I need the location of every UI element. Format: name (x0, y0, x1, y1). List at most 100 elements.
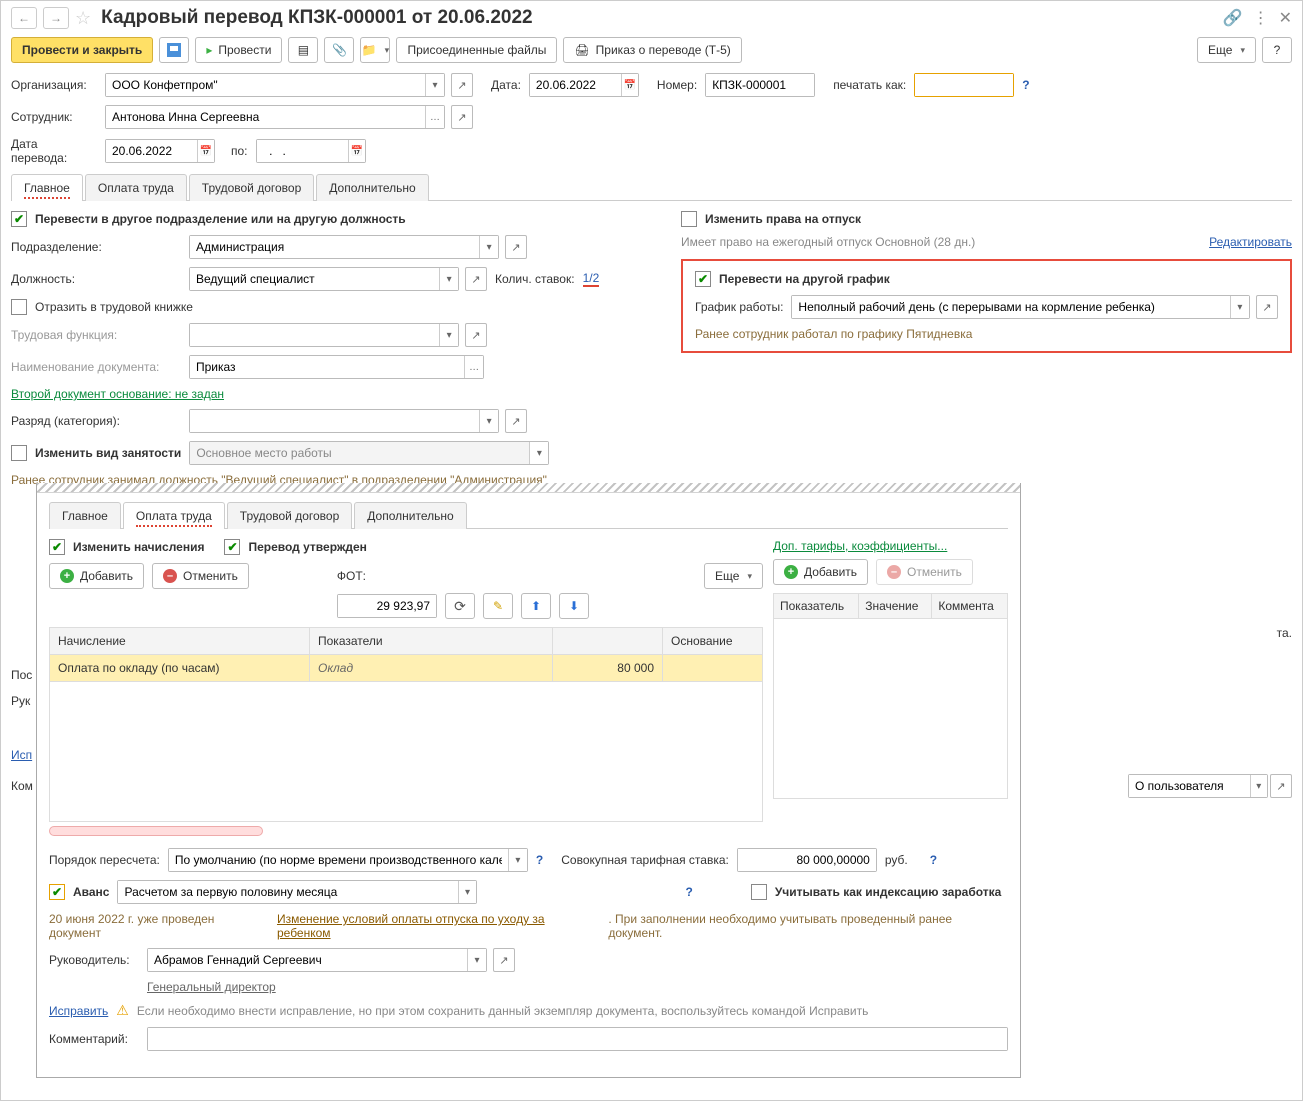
to-field[interactable]: 📅 (256, 139, 366, 163)
down-button[interactable]: ⬇ (559, 593, 589, 619)
hint-icon[interactable]: ? (536, 853, 543, 867)
dep-field[interactable]: ▾ (189, 235, 499, 259)
tdate-field[interactable]: 📅 (105, 139, 215, 163)
tdate-label: Дата перевода: (11, 137, 97, 165)
print-label: печатать как: (833, 78, 906, 92)
tab-main[interactable]: Главное (11, 174, 83, 201)
calendar-icon[interactable]: 📅 (621, 74, 638, 96)
comment-field[interactable] (147, 1027, 1008, 1051)
ellipsis-icon[interactable]: … (425, 106, 444, 128)
docname-label: Наименование документа: (11, 360, 181, 374)
ov-tab-pay[interactable]: Оплата труда (123, 502, 225, 529)
chevron-down-icon[interactable]: ▾ (425, 74, 444, 96)
bg-com: Ком (11, 779, 33, 793)
nav-fwd[interactable]: → (43, 7, 69, 29)
fot-field[interactable] (337, 594, 437, 618)
pos-field[interactable]: ▾ (189, 267, 459, 291)
rate-label: Колич. ставок: (495, 272, 575, 286)
open-icon[interactable]: ↗ (451, 105, 473, 129)
hint-icon[interactable]: ? (685, 885, 692, 899)
tab-contract[interactable]: Трудовой договор (189, 174, 314, 201)
ov-tab-contract[interactable]: Трудовой договор (227, 502, 352, 529)
chk-sched[interactable]: ✔ (695, 271, 711, 287)
add-button[interactable]: +Добавить (49, 563, 144, 589)
scrollbar[interactable] (49, 826, 263, 836)
open-icon[interactable]: ↗ (451, 73, 473, 97)
print-order-button[interactable]: 🖨Приказ о переводе (Т-5) (563, 37, 741, 63)
chk-emptype[interactable] (11, 445, 27, 461)
hint-icon[interactable]: ? (930, 853, 937, 867)
func-label: Трудовая функция: (11, 328, 181, 342)
calendar-icon[interactable]: 📅 (197, 140, 214, 162)
num-field[interactable] (705, 73, 815, 97)
doc-link[interactable]: Изменение условий оплаты отпуска по уход… (277, 912, 600, 940)
edit-button[interactable]: ✎ (483, 593, 513, 619)
post-close-button[interactable]: Провести и закрыть (11, 37, 153, 63)
save-button[interactable] (159, 37, 189, 63)
ov-tab-extra[interactable]: Дополнительно (354, 502, 466, 529)
emptype-label: Изменить вид занятости (35, 446, 181, 460)
up-button[interactable]: ⬆ (521, 593, 551, 619)
star-icon[interactable]: ☆ (75, 8, 91, 29)
link-icon[interactable]: 🔗 (1223, 8, 1243, 28)
refresh-button[interactable]: ⟳ (445, 593, 475, 619)
accrual-table[interactable]: НачислениеПоказателиОснование Оплата по … (49, 627, 763, 822)
print-field[interactable] (914, 73, 1014, 97)
vac-edit-link[interactable]: Редактировать (1209, 235, 1292, 249)
base2-link[interactable]: Второй документ основание: не задан (11, 387, 224, 401)
bg-resp-field[interactable]: ▾ (1128, 774, 1268, 798)
doc-button[interactable]: ▤ (288, 37, 318, 63)
fix-link[interactable]: Исправить (49, 1004, 108, 1018)
help-button[interactable]: ? (1262, 37, 1292, 63)
more-button[interactable]: Еще▾ (1197, 37, 1256, 63)
ov-tab-main[interactable]: Главное (49, 502, 121, 529)
chk-advance[interactable]: ✔ (49, 884, 65, 900)
pencil-icon: ✎ (493, 599, 503, 613)
arrow-down-icon: ⬇ (569, 599, 579, 613)
emp-field[interactable]: … (105, 105, 445, 129)
chk-transfer[interactable]: ✔ (11, 211, 27, 227)
folder-button[interactable]: 📁▾ (360, 37, 390, 63)
clip-button[interactable]: 📎 (324, 37, 354, 63)
tab-pay[interactable]: Оплата труда (85, 174, 187, 201)
emp-label: Сотрудник: (11, 110, 97, 124)
mgr-pos-link[interactable]: Генеральный директор (147, 980, 276, 994)
table-row[interactable]: Оплата по окладу (по часам)Оклад80 000 (50, 655, 763, 682)
cancel-button[interactable]: –Отменить (152, 563, 249, 589)
chk-vac[interactable] (681, 211, 697, 227)
minus-icon: – (163, 569, 177, 583)
chk-workbook[interactable] (11, 299, 27, 315)
extra-table[interactable]: ПоказательЗначениеКоммента (773, 593, 1008, 799)
extra-add-button[interactable]: +Добавить (773, 559, 868, 585)
kebab-icon[interactable]: ⋮ (1253, 8, 1269, 28)
chk-approved[interactable]: ✔ (224, 539, 240, 555)
rate-link[interactable]: 1/2 (583, 271, 600, 287)
cat-label: Разряд (категория): (11, 414, 181, 428)
hint-icon[interactable]: ? (1022, 78, 1029, 92)
recalc-label: Порядок пересчета: (49, 853, 160, 867)
org-field[interactable]: ▾ (105, 73, 445, 97)
dep-label: Подразделение: (11, 240, 181, 254)
cat-field[interactable]: ▾ (189, 409, 499, 433)
bg-note: та. (1277, 626, 1292, 640)
extra-link[interactable]: Доп. тарифы, коэффициенты... (773, 539, 1008, 553)
date-field[interactable]: 📅 (529, 73, 639, 97)
tab-extra[interactable]: Дополнительно (316, 174, 428, 201)
totrate-field[interactable] (737, 848, 877, 872)
workbook-label: Отразить в трудовой книжке (35, 300, 193, 314)
mgr-field[interactable]: ▾ (147, 948, 487, 972)
nav-back[interactable]: ← (11, 7, 37, 29)
ov-more-button[interactable]: Еще▾ (704, 563, 763, 589)
func-field[interactable]: ▾ (189, 323, 459, 347)
close-icon[interactable]: ✕ (1279, 8, 1292, 28)
recalc-field[interactable]: ▾ (168, 848, 528, 872)
calendar-icon[interactable]: 📅 (348, 140, 365, 162)
sched-field[interactable]: ▾ (791, 295, 1250, 319)
advance-field[interactable]: ▾ (117, 880, 477, 904)
chk-change[interactable]: ✔ (49, 539, 65, 555)
date-label: Дата: (491, 78, 521, 92)
chk-index[interactable] (751, 884, 767, 900)
post-button[interactable]: ▸Провести (195, 37, 282, 63)
docname-field[interactable]: … (189, 355, 484, 379)
attach-button[interactable]: Присоединенные файлы (396, 37, 557, 63)
